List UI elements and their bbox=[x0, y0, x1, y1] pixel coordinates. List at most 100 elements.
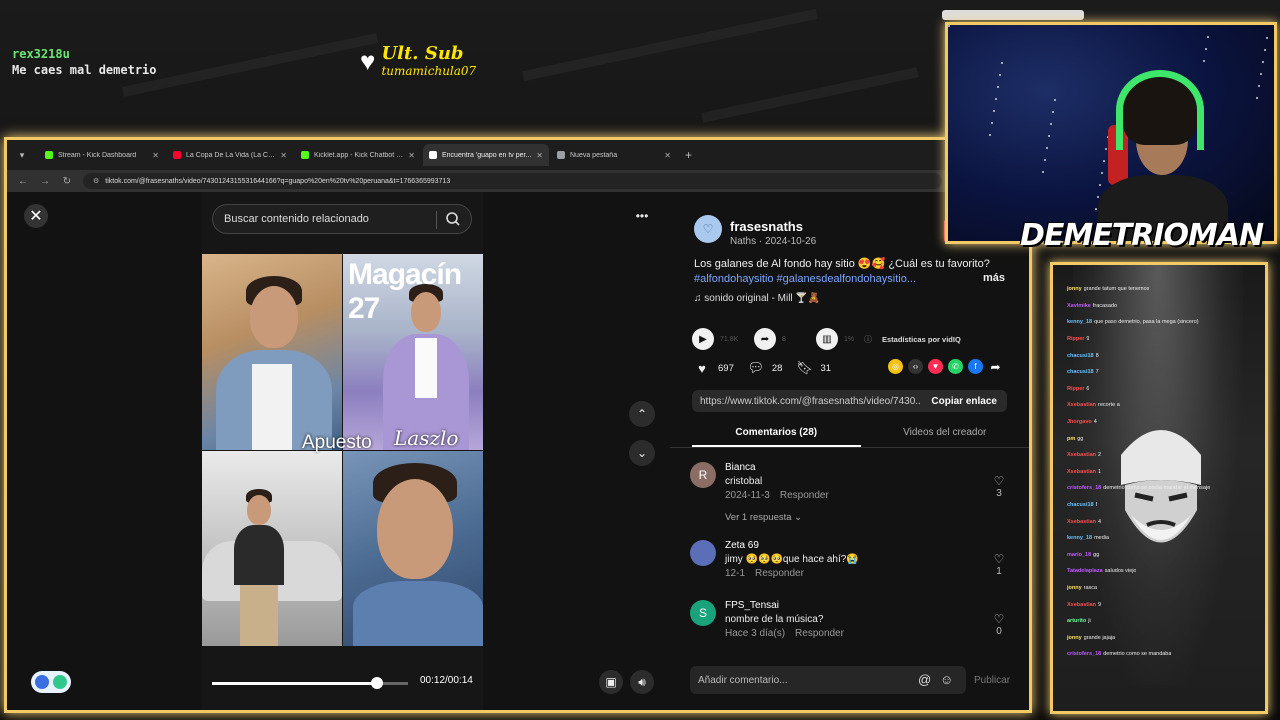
comment-like[interactable]: ♡ 1 bbox=[992, 552, 1006, 577]
close-video-button[interactable]: ✕ bbox=[24, 204, 48, 228]
picture-in-picture-icon[interactable]: ▣ bbox=[599, 670, 623, 694]
chat-message: Xsebastian 4 bbox=[1067, 513, 1265, 530]
chat-message: kenny_18 que paso demetrio, pasa la mega … bbox=[1067, 314, 1265, 331]
reply-button[interactable]: Responder bbox=[780, 490, 829, 501]
chat-message: cristofers_18 demetrio como se podia mand… bbox=[1067, 480, 1265, 497]
site-info-icon[interactable]: ⚙ bbox=[93, 177, 99, 185]
extension-toggle[interactable] bbox=[31, 671, 71, 693]
comment-tabs: Comentarios (28) Videos del creador bbox=[670, 424, 1029, 448]
coin-icon[interactable]: ◎ bbox=[888, 359, 903, 374]
browser-tab[interactable]: Nueva pestaña ✕ bbox=[551, 144, 677, 166]
back-icon[interactable]: ← bbox=[17, 176, 29, 187]
browser-window: ▾ Stream - Kick Dashboard ✕ La Copa De La … bbox=[4, 137, 1032, 713]
whatsapp-icon[interactable]: ✆ bbox=[948, 359, 963, 374]
tab-close-icon[interactable]: ✕ bbox=[280, 151, 287, 160]
view-replies-button[interactable]: Ver 1 respuesta ⌄ bbox=[725, 512, 802, 523]
more-link[interactable]: más bbox=[983, 272, 1005, 284]
address-bar[interactable]: ⚙ tiktok.com/@frasesnaths/video/74301243… bbox=[83, 173, 943, 189]
bookmark-icon[interactable]: 🔖︎ bbox=[796, 360, 813, 376]
vidiq-stats: ▶ 71.8K ➦ 8 ▥ 1% ⓘ Estadísticas por vidI… bbox=[692, 328, 961, 350]
facebook-icon[interactable]: f bbox=[968, 359, 983, 374]
star bbox=[1105, 148, 1107, 150]
star bbox=[1203, 60, 1205, 62]
address-bar-row: ← → ↻ ⚙ tiktok.com/@frasesnaths/video/74… bbox=[7, 170, 1029, 192]
comment-meta: 2024-11-3 Responder bbox=[725, 490, 829, 501]
comment-avatar[interactable]: R bbox=[690, 462, 716, 488]
heart-outline-icon[interactable]: ♡ bbox=[992, 612, 1006, 626]
tab-favicon-icon bbox=[557, 151, 565, 159]
embed-icon[interactable]: ‹› bbox=[908, 359, 923, 374]
chat-text: media bbox=[1094, 535, 1110, 542]
play-icon[interactable]: ▶ bbox=[692, 328, 714, 350]
more-options-icon[interactable]: ••• bbox=[630, 204, 654, 228]
video-link-text[interactable]: https://www.tiktok.com/@frasesnaths/vide… bbox=[692, 396, 921, 407]
comment-author[interactable]: FPS_Tensai bbox=[725, 600, 779, 611]
search-icon[interactable] bbox=[445, 211, 461, 227]
next-video-button[interactable]: ⌄ bbox=[629, 440, 655, 466]
description-hashtags[interactable]: #alfondohaysitio #galanesdealfondohaysit… bbox=[694, 272, 1006, 287]
creator-avatar[interactable]: ♡ bbox=[694, 215, 722, 243]
share-more-icon[interactable]: ➦ bbox=[988, 359, 1003, 374]
emoji-icon[interactable]: ☺ bbox=[940, 672, 953, 687]
video-details-panel: ♡ frasesnaths Naths · 2024-10-26 Los gal… bbox=[670, 192, 1029, 710]
comment-author[interactable]: Bianca bbox=[725, 462, 756, 473]
chat-username: chacusi18 bbox=[1067, 369, 1094, 376]
tab-title: La Copa De La Vida (La Canción... bbox=[186, 151, 275, 159]
comment-date: 12-1 bbox=[725, 568, 746, 579]
chat-message: arturito ji bbox=[1067, 613, 1265, 630]
share-targets: ◎ ‹› ▼ ✆ f ➦ bbox=[888, 359, 1003, 374]
progress-handle[interactable] bbox=[370, 677, 383, 689]
chat-username: Xsebastian bbox=[1067, 402, 1097, 409]
tab-creator-videos[interactable]: Videos del creador bbox=[861, 424, 1030, 447]
heart-outline-icon[interactable]: ♡ bbox=[992, 474, 1006, 488]
browser-tab[interactable]: Kicklet.app - Kick Chatbot and ... ✕ bbox=[295, 144, 421, 166]
share-arrow-icon[interactable]: ➦ bbox=[754, 328, 776, 350]
info-icon[interactable]: ⓘ bbox=[864, 334, 872, 345]
video-progress-bar[interactable] bbox=[212, 677, 408, 689]
chat-username: jonny bbox=[1067, 584, 1082, 591]
tab-search-icon[interactable]: ▾ bbox=[15, 148, 29, 162]
tab-comments[interactable]: Comentarios (28) bbox=[692, 424, 861, 447]
comment-avatar[interactable] bbox=[690, 540, 716, 566]
tab-close-icon[interactable]: ✕ bbox=[536, 151, 543, 160]
previous-video-button[interactable]: ⌃ bbox=[629, 401, 655, 427]
chat-text: fracasado bbox=[1092, 302, 1118, 309]
comment-avatar[interactable]: S bbox=[690, 600, 716, 626]
comment-author[interactable]: Zeta 69 bbox=[725, 540, 759, 551]
comments-count: 28 bbox=[771, 362, 783, 374]
comment-meta: Hace 3 día(s) Responder bbox=[725, 628, 844, 639]
reply-button[interactable]: Responder bbox=[755, 568, 804, 579]
reload-icon[interactable]: ↻ bbox=[61, 176, 73, 187]
heart-outline-icon[interactable]: ♡ bbox=[992, 552, 1006, 566]
tab-close-icon[interactable]: ✕ bbox=[152, 151, 159, 160]
browser-tab[interactable]: La Copa De La Vida (La Canción... ✕ bbox=[167, 144, 293, 166]
volume-icon[interactable]: 🔊︎ bbox=[630, 670, 654, 694]
tab-close-icon[interactable]: ✕ bbox=[408, 151, 415, 160]
publish-button[interactable]: Publicar bbox=[974, 675, 1010, 686]
comment-bubble-icon[interactable]: 💬︎ bbox=[748, 360, 765, 376]
browser-tab[interactable]: Encuentra 'guapo en tv per... ✕ bbox=[423, 144, 549, 166]
sound-link[interactable]: ♫ sonido original - Mill 🍸🧸 bbox=[694, 293, 820, 304]
chat-username: chacusi18 bbox=[1067, 502, 1094, 509]
forward-icon[interactable]: → bbox=[39, 176, 51, 187]
creator-username[interactable]: frasesnaths bbox=[730, 219, 803, 234]
like-heart-icon[interactable]: ♥ bbox=[694, 360, 710, 376]
copy-link-button[interactable]: Copiar enlace bbox=[921, 396, 1007, 407]
comment-like[interactable]: ♡ 3 bbox=[992, 474, 1006, 499]
chat-text: f bbox=[1095, 502, 1098, 509]
video-frame[interactable]: Magacín 27 Apuesto Laszlo bbox=[202, 254, 483, 646]
comment-like[interactable]: ♡ 0 bbox=[992, 612, 1006, 637]
new-tab-button[interactable]: + bbox=[679, 148, 698, 162]
browser-tab[interactable]: Stream - Kick Dashboard ✕ bbox=[39, 144, 165, 166]
related-search-input[interactable]: Buscar contenido relacionado bbox=[212, 204, 472, 234]
add-comment-placeholder: Añadir comentario... bbox=[698, 674, 788, 686]
chat-username: Ripper bbox=[1067, 336, 1085, 343]
star bbox=[999, 74, 1001, 76]
chart-icon[interactable]: ▥ bbox=[816, 328, 838, 350]
send-to-friends-icon[interactable]: ▼ bbox=[928, 359, 943, 374]
tab-close-icon[interactable]: ✕ bbox=[664, 151, 671, 160]
add-comment-input[interactable]: Añadir comentario... @ ☺ bbox=[690, 666, 966, 694]
reply-button[interactable]: Responder bbox=[795, 628, 844, 639]
mention-icon[interactable]: @ bbox=[918, 672, 931, 687]
comment-date: 2024-11-3 bbox=[725, 490, 770, 501]
